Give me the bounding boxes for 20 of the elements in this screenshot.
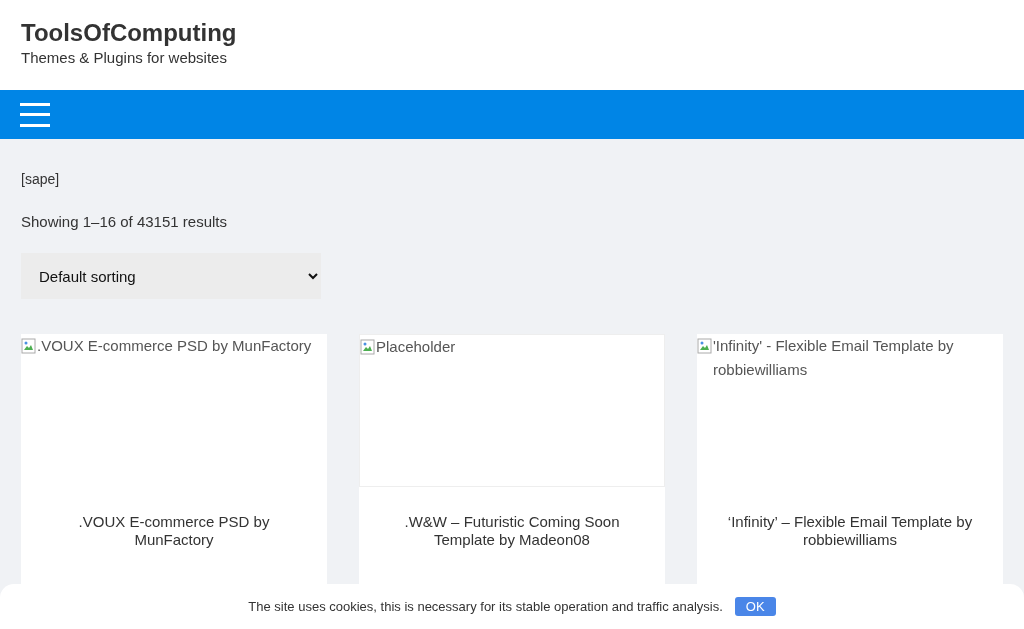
site-title[interactable]: ToolsOfComputing — [21, 18, 1003, 48]
product-title[interactable]: .VOUX E-commerce PSD by MunFactory — [21, 487, 327, 549]
product-card[interactable]: .VOUX E-commerce PSD by MunFactory .VOUX E-commerce PSD by MunFactory — [21, 334, 327, 584]
broken-image-icon — [360, 339, 376, 355]
broken-image-icon — [697, 338, 713, 354]
result-count: Showing 1–16 of 43151 results — [21, 213, 228, 230]
menu-icon[interactable] — [20, 102, 50, 127]
image-alt-text: 'Infinity' - Flexible Email Template by robbiewilliams — [713, 336, 955, 380]
image-alt-text: .VOUX E-commerce PSD by MunFactory — [37, 336, 312, 356]
sorting-dropdown[interactable]: Default sorting — [21, 253, 321, 299]
cookie-text: The site uses cookies, this is necessary for its stable operation and traffic analysis. — [248, 599, 723, 614]
ok-button[interactable]: OK — [734, 597, 776, 616]
image-alt-text: Placeholder — [376, 337, 456, 357]
broken-image-icon — [21, 338, 37, 354]
product-card[interactable]: 'Infinity' - Flexible Email Template by robbiewilliams ‘Infinity’ – Flexible Email Template by robbiewilliams — [697, 334, 1003, 584]
product-title[interactable]: ‘Infinity’ – Flexible Email Template by robbiewilliams — [697, 487, 1003, 549]
site-tagline: Themes & Plugins for websites — [21, 48, 228, 68]
product-card[interactable]: Placeholder .W&W – Futuristic Coming Soon Template by Madeon08 — [359, 334, 665, 584]
product-title[interactable]: .W&W – Futuristic Coming Soon Template by Madeon08 — [359, 487, 665, 549]
shortcode-text: [sape] — [21, 171, 61, 187]
